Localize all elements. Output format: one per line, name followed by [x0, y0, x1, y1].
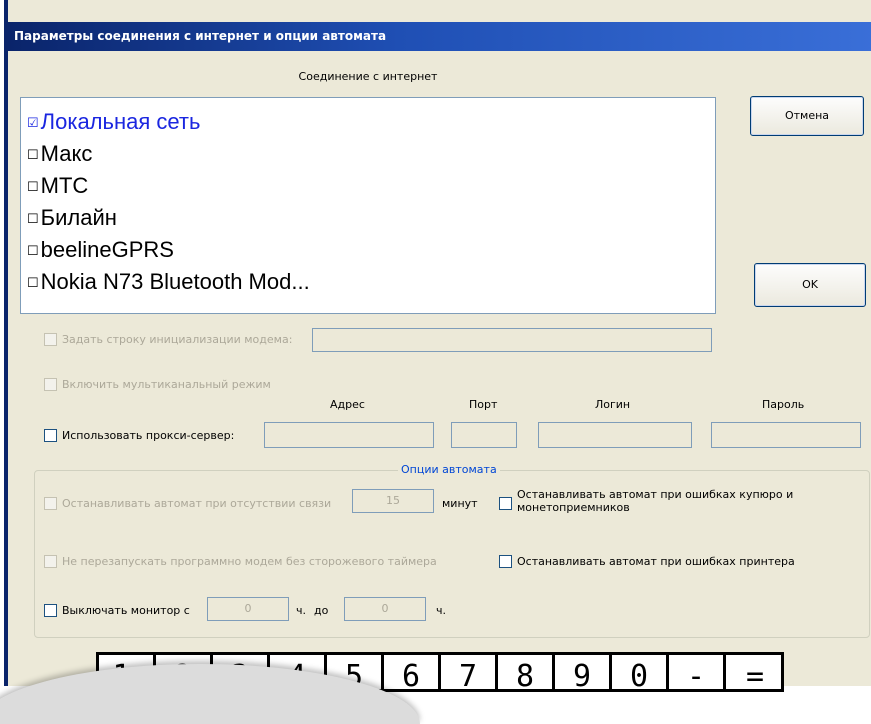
unchecked-box-icon: ☐	[27, 179, 39, 194]
connection-listbox[interactable]: ☑Локальная сеть ☐Макс ☐МТС ☐Билайн ☐beel…	[20, 97, 716, 314]
connection-caption: Соединение с интернет	[298, 70, 438, 83]
unchecked-box-icon: ☐	[27, 243, 39, 258]
proxy-login-header: Логин	[595, 398, 631, 411]
list-item-label: МТС	[40, 173, 89, 198]
key-minus[interactable]: -	[666, 655, 723, 694]
stop-printer-errors-label: Останавливать автомат при ошибках принте…	[517, 555, 795, 568]
init-string-field[interactable]	[312, 328, 712, 352]
connection-item-nokia[interactable]: ☐Nokia N73 Bluetooth Mod...	[27, 266, 310, 298]
checked-box-icon: ☑	[27, 115, 39, 130]
unchecked-box-icon: ☐	[27, 211, 39, 226]
connection-item-local[interactable]: ☑Локальная сеть	[27, 106, 200, 138]
key-9[interactable]: 9	[552, 655, 609, 694]
stop-bill-errors-checkbox[interactable]	[499, 497, 512, 510]
key-8[interactable]: 8	[495, 655, 552, 694]
key-7[interactable]: 7	[438, 655, 495, 694]
no-restart-modem-checkbox[interactable]	[44, 555, 57, 568]
key-equals[interactable]: =	[723, 655, 784, 694]
stop-bill-errors-label: Останавливать автомат при ошибках купюро…	[517, 488, 794, 514]
hours-unit-label-2: ч.	[436, 604, 446, 617]
stop-no-link-minutes-field[interactable]: 15	[352, 489, 434, 513]
to-label: до	[314, 604, 329, 617]
monitor-from-field[interactable]: 0	[207, 597, 289, 621]
minutes-unit-label: минут	[442, 497, 478, 510]
list-item-label: Nokia N73 Bluetooth Mod...	[40, 269, 310, 294]
unchecked-box-icon: ☐	[27, 275, 39, 290]
stop-printer-errors-checkbox[interactable]	[499, 555, 512, 568]
stop-no-link-label: Останавливать автомат при отсутствии свя…	[62, 497, 332, 510]
multichannel-checkbox[interactable]	[44, 378, 57, 391]
no-restart-modem-label: Не перезапускать программно модем без ст…	[62, 555, 437, 568]
monitor-off-label: Выключать монитор с	[62, 604, 190, 617]
connection-item-beelinegprs[interactable]: ☐beelineGPRS	[27, 234, 174, 266]
connection-item-beeline[interactable]: ☐Билайн	[27, 202, 117, 234]
list-item-label: Локальная сеть	[40, 109, 201, 134]
connection-item-mts[interactable]: ☐МТС	[27, 170, 88, 202]
proxy-address-header: Адрес	[330, 398, 365, 411]
list-item-label: Билайн	[40, 205, 117, 230]
proxy-port-field[interactable]	[451, 422, 517, 448]
list-item-label: beelineGPRS	[40, 237, 174, 262]
proxy-address-field[interactable]	[264, 422, 434, 448]
list-item-label: Макс	[40, 141, 93, 166]
key-0[interactable]: 0	[609, 655, 666, 694]
proxy-label: Использовать прокси-сервер:	[62, 429, 235, 442]
multichannel-label: Включить мультиканальный режим	[62, 378, 271, 391]
hours-unit-label: ч.	[296, 604, 306, 617]
proxy-checkbox[interactable]	[44, 429, 57, 442]
init-string-label: Задать строку инициализации модема:	[62, 333, 293, 346]
proxy-port-header: Порт	[469, 398, 498, 411]
monitor-off-checkbox[interactable]	[44, 604, 57, 617]
key-6[interactable]: 6	[381, 655, 438, 694]
connection-item-maks[interactable]: ☐Макс	[27, 138, 92, 170]
unchecked-box-icon: ☐	[27, 147, 39, 162]
ok-button[interactable]: OK	[754, 263, 866, 307]
proxy-password-field[interactable]	[711, 422, 861, 448]
stop-no-link-checkbox[interactable]	[44, 497, 57, 510]
monitor-to-field[interactable]: 0	[344, 597, 426, 621]
init-string-checkbox[interactable]	[44, 333, 57, 346]
proxy-password-header: Пароль	[762, 398, 805, 411]
window-title: Параметры соединения с интернет и опции …	[8, 22, 871, 51]
options-caption: Опции автомата	[398, 463, 500, 476]
cancel-button[interactable]: Отмена	[750, 96, 864, 136]
dialog-window: Параметры соединения с интернет и опции …	[4, 0, 871, 686]
proxy-login-field[interactable]	[538, 422, 692, 448]
